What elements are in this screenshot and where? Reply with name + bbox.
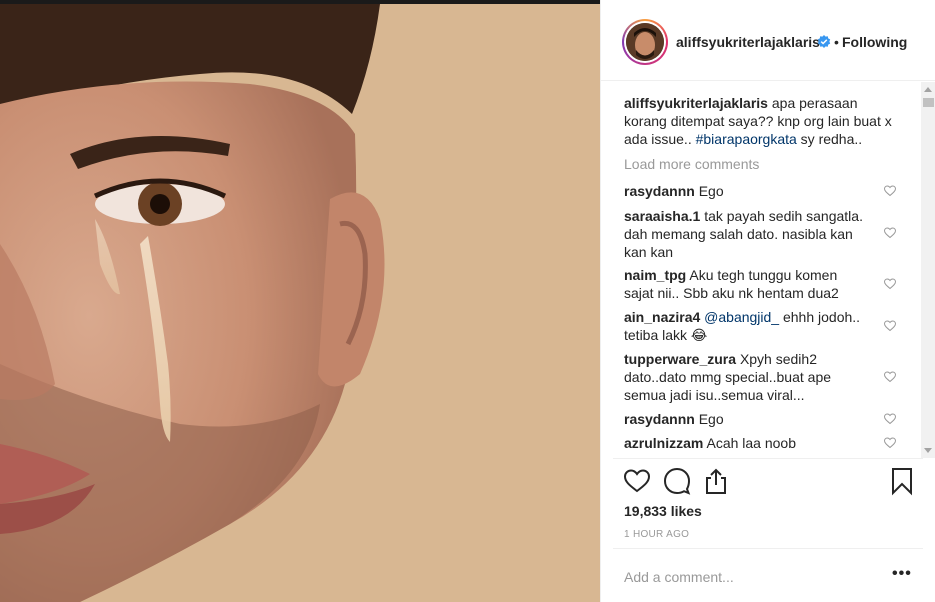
- share-upload-icon[interactable]: [701, 466, 731, 496]
- comment-username[interactable]: ain_nazira4: [624, 309, 700, 325]
- comments-scrollbar[interactable]: [921, 82, 935, 458]
- comment-text: Acah laa noob: [706, 435, 797, 451]
- add-comment-input[interactable]: Add a comment...: [624, 569, 734, 585]
- scroll-up-arrow-icon[interactable]: [924, 87, 932, 92]
- scrollbar-thumb[interactable]: [923, 98, 934, 107]
- avatar-image: [626, 23, 664, 61]
- post-caption: aliffsyukriterlajaklaris apa perasaan ko…: [624, 94, 900, 148]
- verified-badge-icon: [817, 35, 831, 49]
- divider: [613, 458, 923, 459]
- comment-text: Ego: [698, 411, 724, 427]
- comment-username[interactable]: rasydannn: [624, 411, 695, 427]
- caption-username[interactable]: aliffsyukriterlajaklaris: [624, 95, 768, 111]
- comment-username[interactable]: naim_tpg: [624, 267, 686, 283]
- comment-like-heart-icon[interactable]: [884, 227, 896, 239]
- avatar[interactable]: [622, 19, 668, 65]
- more-options-icon[interactable]: •••: [892, 565, 912, 583]
- header-separator: •: [834, 34, 839, 50]
- caption-text-after: sy redha..: [796, 131, 863, 147]
- comment-item: saraaisha.1 tak payah sedih sangatla. da…: [624, 207, 869, 261]
- bookmark-icon[interactable]: [887, 466, 917, 496]
- comment-item: rasydannn Ego: [624, 410, 869, 428]
- comment-username[interactable]: rasydannn: [624, 183, 695, 199]
- crying-man-photo: [0, 4, 600, 602]
- comment-bubble-icon[interactable]: [662, 466, 692, 496]
- comment-username[interactable]: tupperware_zura: [624, 351, 736, 367]
- comment-mention[interactable]: @abangjid_: [704, 309, 779, 325]
- post-photo[interactable]: [0, 4, 600, 602]
- load-more-comments-link[interactable]: Load more comments: [624, 156, 759, 172]
- comment-like-heart-icon[interactable]: [884, 320, 896, 332]
- comments-list: aliffsyukriterlajaklaris apa perasaan ko…: [601, 82, 923, 458]
- comment-username[interactable]: saraaisha.1: [624, 208, 700, 224]
- comment-like-heart-icon[interactable]: [884, 371, 896, 383]
- comment-item: ain_nazira4 @abangjid_ ehhh jodoh.. teti…: [624, 308, 869, 344]
- comment-item: tupperware_zura Xpyh sedih2 dato..dato m…: [624, 350, 869, 404]
- comment-item: azrulnizzam Acah laa noob: [624, 434, 869, 452]
- following-button[interactable]: Following: [842, 34, 907, 50]
- caption-hashtag[interactable]: #biarapaorgkata: [696, 131, 797, 147]
- like-heart-icon[interactable]: [622, 466, 652, 496]
- likes-count[interactable]: 19,833 likes: [624, 503, 702, 519]
- comment-item: naim_tpg Aku tegh tunggu komen sajat nii…: [624, 266, 869, 302]
- comment-like-heart-icon[interactable]: [884, 185, 896, 197]
- comment-text: Ego: [698, 183, 724, 199]
- post-timestamp: 1 HOUR AGO: [624, 529, 690, 540]
- comment-like-heart-icon[interactable]: [884, 413, 896, 425]
- post-header: aliffsyukriterlajaklaris • Following: [601, 0, 935, 81]
- scroll-down-arrow-icon[interactable]: [924, 448, 932, 453]
- divider: [613, 548, 923, 549]
- comment-like-heart-icon[interactable]: [884, 437, 896, 449]
- post-sidebar: aliffsyukriterlajaklaris • Following ali…: [600, 0, 935, 602]
- post-actions: 19,833 likes 1 HOUR AGO Add a comment...…: [601, 458, 935, 602]
- comment-like-heart-icon[interactable]: [884, 278, 896, 290]
- header-username[interactable]: aliffsyukriterlajaklaris: [676, 34, 820, 50]
- comment-username[interactable]: azrulnizzam: [624, 435, 703, 451]
- comment-item: rasydannn Ego: [624, 182, 869, 200]
